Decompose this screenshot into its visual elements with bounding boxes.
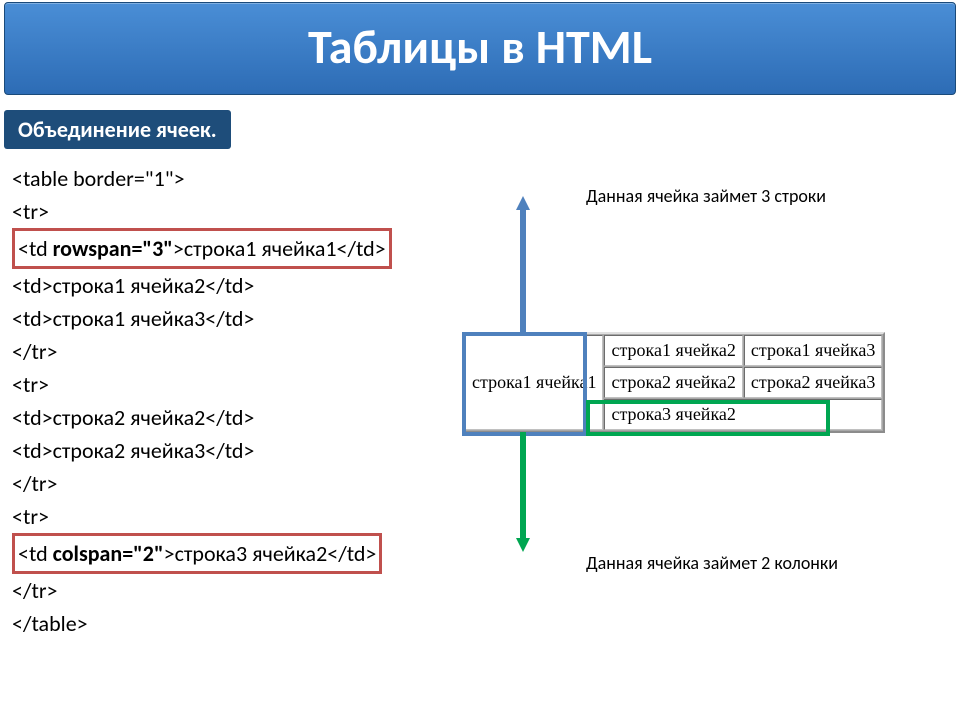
table-cell: строка2 ячейка3 — [744, 367, 882, 398]
code-line: </table> — [12, 607, 392, 640]
cell-rowspan: строка1 ячейка1 — [465, 335, 603, 430]
rowspan-highlight: <td rowspan="3">строка1 ячейка1</td> — [12, 228, 392, 269]
annotation-rowspan: Данная ячейка займет 3 строки — [586, 185, 846, 208]
table-cell: строка1 ячейка2 — [604, 335, 742, 366]
code-line: <tr> — [12, 500, 392, 533]
code-line: <tr> — [12, 195, 392, 228]
code-line: <td>строка1 ячейка3</td> — [12, 302, 392, 335]
code-line: <td>строка1 ячейка2</td> — [12, 269, 392, 302]
code-line: </tr> — [12, 467, 392, 500]
table-cell: строка1 ячейка3 — [744, 335, 882, 366]
code-line-rowspan: <td rowspan="3">строка1 ячейка1</td> — [12, 228, 392, 269]
arrow-down-icon — [516, 432, 530, 552]
code-line: <tr> — [12, 368, 392, 401]
code-line-colspan: <td colspan="2">строка3 ячейка2</td> — [12, 533, 392, 574]
code-line: <td>строка2 ячейка2</td> — [12, 401, 392, 434]
cell-colspan: строка3 ячейка2 — [604, 399, 882, 430]
colspan-highlight: <td colspan="2">строка3 ячейка2</td> — [12, 533, 382, 574]
html-code-example: <table border="1"> <tr> <td rowspan="3">… — [12, 162, 392, 640]
annotation-colspan: Данная ячейка займет 2 колонки — [586, 552, 846, 575]
slide-subtitle: Объединение ячеек. — [4, 110, 231, 149]
code-line: </tr> — [12, 335, 392, 368]
slide-title: Таблицы в HTML — [4, 2, 956, 95]
arrow-up-icon — [516, 196, 530, 336]
code-line: <td>строка2 ячейка3</td> — [12, 434, 392, 467]
rendered-table-example: строка1 ячейка1 строка1 ячейка2 строка1 … — [462, 332, 885, 433]
code-line: <table border="1"> — [12, 162, 392, 195]
table-cell: строка2 ячейка2 — [604, 367, 742, 398]
code-line: </tr> — [12, 574, 392, 607]
